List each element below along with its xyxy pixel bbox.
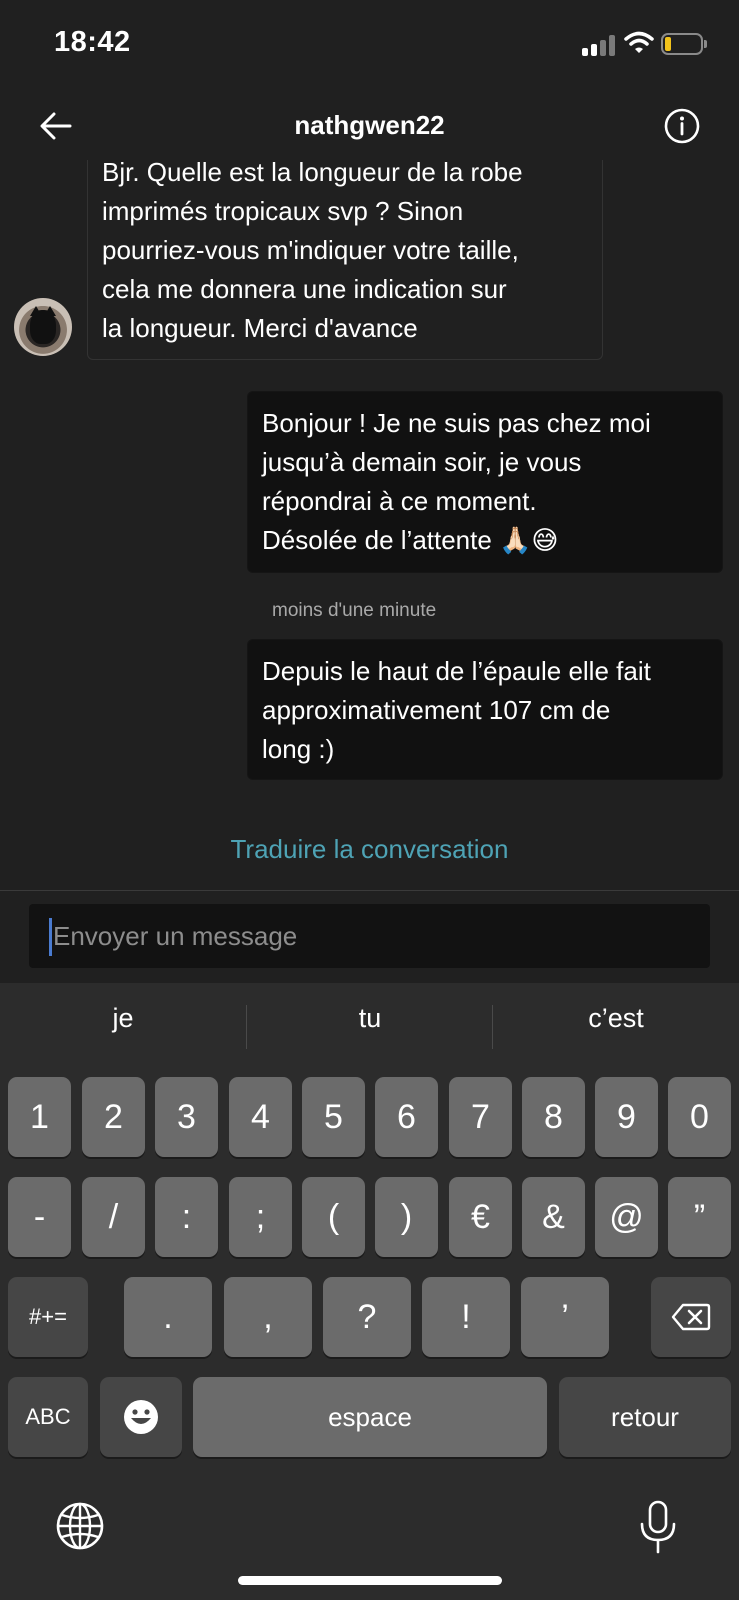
message-input[interactable] xyxy=(53,914,693,958)
backspace-icon xyxy=(671,1303,711,1331)
key[interactable]: & xyxy=(522,1177,585,1257)
key[interactable]: € xyxy=(449,1177,512,1257)
message-line: long :) xyxy=(262,734,335,764)
text-caret xyxy=(49,918,52,956)
suggestion-bar: je tu c’est xyxy=(0,983,739,1059)
key[interactable]: 9 xyxy=(595,1077,658,1157)
home-indicator[interactable] xyxy=(238,1576,502,1585)
key[interactable]: @ xyxy=(595,1177,658,1257)
key[interactable]: 4 xyxy=(229,1077,292,1157)
suggestion[interactable]: je xyxy=(0,1003,246,1034)
space-key[interactable]: espace xyxy=(193,1377,547,1457)
message-list[interactable]: Bjr. Quelle est la longueur de la robe i… xyxy=(0,160,739,870)
battery-icon xyxy=(661,33,707,55)
key[interactable]: ’ xyxy=(521,1277,609,1357)
key[interactable]: 6 xyxy=(375,1077,438,1157)
message-line: Bonjour ! Je ne suis pas chez moi xyxy=(262,408,651,438)
key[interactable]: ! xyxy=(422,1277,510,1357)
suggestion[interactable]: c’est xyxy=(493,1003,739,1034)
suggestion[interactable]: tu xyxy=(247,1003,493,1034)
return-key[interactable]: retour xyxy=(559,1377,731,1457)
message-line: imprimés tropicaux svp ? Sinon xyxy=(102,196,464,226)
conversation-title[interactable]: nathgwen22 xyxy=(0,110,739,141)
key[interactable]: 3 xyxy=(155,1077,218,1157)
key[interactable]: ) xyxy=(375,1177,438,1257)
abc-key[interactable]: ABC xyxy=(8,1377,88,1457)
info-circle-icon[interactable] xyxy=(660,104,704,148)
outgoing-message: Bonjour ! Je ne suis pas chez moi jusqu’… xyxy=(247,391,723,573)
message-line: Depuis le haut de l’épaule elle fait xyxy=(262,656,651,686)
delete-key[interactable] xyxy=(651,1277,731,1357)
outgoing-message: Depuis le haut de l’épaule elle fait app… xyxy=(247,639,723,780)
key[interactable]: 7 xyxy=(449,1077,512,1157)
composer-divider xyxy=(0,890,739,891)
key[interactable]: ; xyxy=(229,1177,292,1257)
screen: 18:42 Bjr. Quelle est la longueur de la … xyxy=(0,0,739,1600)
message-line: Désolée de l’attente 🙏🏻😅 xyxy=(262,525,559,555)
emoji-key[interactable] xyxy=(100,1377,182,1457)
key[interactable]: 2 xyxy=(82,1077,145,1157)
smiley-icon xyxy=(124,1400,158,1434)
key[interactable]: - xyxy=(8,1177,71,1257)
symbols-shift-key[interactable]: #+= xyxy=(8,1277,88,1357)
message-line: cela me donnera une indication sur xyxy=(102,274,507,304)
key[interactable]: . xyxy=(124,1277,212,1357)
message-line: Bjr. Quelle est la longueur de la robe xyxy=(102,160,523,187)
key[interactable]: : xyxy=(155,1177,218,1257)
key[interactable]: ? xyxy=(323,1277,411,1357)
globe-icon[interactable] xyxy=(54,1500,106,1552)
key[interactable]: 5 xyxy=(302,1077,365,1157)
microphone-icon[interactable] xyxy=(632,1500,684,1556)
chat-header: nathgwen22 xyxy=(0,90,739,160)
cellular-signal-icon xyxy=(582,34,618,56)
key[interactable]: ” xyxy=(668,1177,731,1257)
avatar[interactable] xyxy=(14,298,72,356)
key[interactable]: 0 xyxy=(668,1077,731,1157)
message-timestamp: moins d'une minute xyxy=(272,600,437,621)
key[interactable]: 8 xyxy=(522,1077,585,1157)
message-composer[interactable] xyxy=(29,904,710,968)
incoming-message: Bjr. Quelle est la longueur de la robe i… xyxy=(87,160,603,360)
message-line: la longueur. Merci d'avance xyxy=(102,313,418,343)
status-time: 18:42 xyxy=(54,26,131,58)
message-line: approximativement 107 cm de xyxy=(262,695,611,725)
key[interactable]: , xyxy=(224,1277,312,1357)
key[interactable]: / xyxy=(82,1177,145,1257)
status-bar: 18:42 xyxy=(0,0,739,90)
translate-conversation-link[interactable]: Traduire la conversation xyxy=(0,834,739,865)
key[interactable]: 1 xyxy=(8,1077,71,1157)
key[interactable]: ( xyxy=(302,1177,365,1257)
wifi-icon xyxy=(624,31,654,53)
message-line: pourriez-vous m'indiquer votre taille, xyxy=(102,235,519,265)
message-line: répondrai à ce moment. xyxy=(262,486,537,516)
message-line: jusqu’à demain soir, je vous xyxy=(262,447,582,477)
